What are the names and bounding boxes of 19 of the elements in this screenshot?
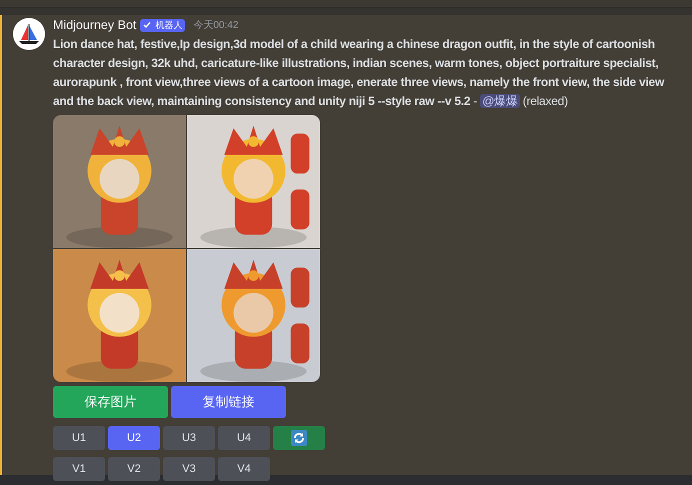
upscale-button[interactable]: U1 bbox=[53, 426, 105, 450]
message-text: Lion dance hat, festive,Ip design,3d model of a child wearing a chinese dragon outfit, in the style of cartoonish character design, 32k uhd, caricature-like illustrations, indian scenes, warm tones, object portraiture specialist, aurorapunk , front view,three views of a cartoon image, enerate three views, namely the front view, the side view and the back view, maintaining consistency and unity niji 5 --style raw --v 5.2 - @爆爆 (relaxed) bbox=[53, 36, 666, 110]
author-name[interactable]: Midjourney Bot bbox=[53, 16, 136, 35]
variation-button[interactable]: V1 bbox=[53, 456, 105, 481]
check-icon bbox=[143, 21, 152, 30]
upscale-button[interactable]: U4 bbox=[218, 426, 270, 450]
upscale-button[interactable]: U3 bbox=[163, 426, 215, 450]
timestamp: 今天00:42 bbox=[193, 18, 238, 33]
mention-link[interactable]: @爆爆 bbox=[480, 94, 520, 108]
copy-link-button[interactable]: 复制链接 bbox=[171, 386, 286, 418]
bot-avatar[interactable] bbox=[13, 18, 45, 50]
bot-badge: 机器人 bbox=[140, 18, 186, 32]
refresh-icon bbox=[291, 430, 307, 446]
variation-button[interactable]: V3 bbox=[163, 456, 215, 481]
reroll-button[interactable] bbox=[273, 426, 325, 450]
upscale-button[interactable]: U2 bbox=[108, 426, 160, 450]
save-image-button[interactable]: 保存图片 bbox=[53, 386, 168, 418]
variation-button[interactable]: V2 bbox=[108, 456, 160, 481]
variation-button[interactable]: V4 bbox=[218, 456, 270, 481]
